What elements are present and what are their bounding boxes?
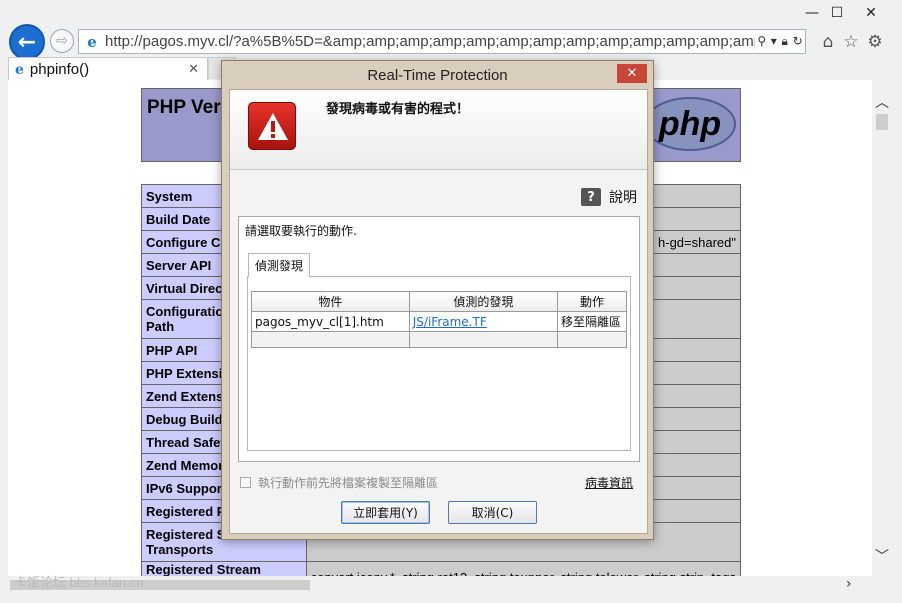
php-logo: php: [644, 97, 736, 151]
forward-button[interactable]: ⇨: [50, 29, 74, 53]
dialog-titlebar[interactable]: Real-Time Protection ✕: [222, 61, 653, 89]
detections-table: 物件 偵測的發現 動作 pagos_myv_cl[1].htm JS/iFram…: [251, 291, 627, 348]
copy-to-quarantine-label: 執行動作前先將檔案複製至隔離區: [258, 476, 439, 490]
table-row-empty: [251, 331, 627, 348]
dialog-body: 發現病毒或有害的程式！ ? 說明 請選取要執行的動作. 偵測發現 物件 偵測的發…: [229, 89, 648, 534]
tab-phpinfo[interactable]: e phpinfo() ✕: [8, 57, 208, 81]
cancel-button[interactable]: 取消(C): [448, 501, 537, 524]
detected-object: pagos_myv_cl[1].htm: [251, 311, 410, 332]
help-label: 說明: [609, 190, 637, 206]
dialog-close-button[interactable]: ✕: [617, 64, 647, 83]
home-icon[interactable]: ⌂: [817, 31, 839, 53]
chevron-up-icon[interactable]: ︿: [875, 92, 889, 112]
help-link[interactable]: ? 說明: [581, 187, 637, 207]
alert-message: 發現病毒或有害的程式！: [326, 102, 470, 117]
scroll-thumb[interactable]: [876, 114, 888, 130]
action-group: 請選取要執行的動作. 偵測發現 物件 偵測的發現 動作 pagos_myv_cl…: [238, 216, 640, 462]
refresh-icon[interactable]: ↻: [793, 34, 803, 49]
warning-icon: [248, 102, 296, 150]
alert-banner: 發現病毒或有害的程式！: [230, 90, 647, 170]
vertical-scrollbar[interactable]: ︿ ﹀: [872, 80, 892, 578]
arrow-left-icon: ←: [17, 29, 37, 55]
tab-title: phpinfo(): [29, 61, 90, 78]
detections-panel: 物件 偵測的發現 動作 pagos_myv_cl[1].htm JS/iFram…: [247, 276, 631, 451]
address-bar[interactable]: e http://pagos.myv.cl/?a%5B%5D=&amp;amp;…: [78, 29, 806, 54]
apply-now-button[interactable]: 立即套用(Y): [341, 501, 430, 524]
copy-to-quarantine-option[interactable]: 執行動作前先將檔案複製至隔離區: [240, 474, 438, 491]
address-tools: ⚲ ▾ 🔒︎ ↻: [755, 34, 805, 49]
gear-icon[interactable]: ⚙: [864, 31, 886, 53]
table-header-row: 物件 偵測的發現 動作: [251, 291, 627, 312]
virus-info-link[interactable]: 病毒資訊: [585, 474, 633, 491]
star-icon[interactable]: ☆: [840, 31, 862, 53]
realtime-protection-dialog: Real-Time Protection ✕ 發現病毒或有害的程式！ ? 說明 …: [221, 60, 654, 540]
column-header-action[interactable]: 動作: [557, 291, 627, 312]
tab-close-icon[interactable]: ✕: [188, 62, 199, 77]
tab-detections[interactable]: 偵測發現: [248, 253, 311, 277]
column-header-object[interactable]: 物件: [251, 291, 410, 312]
dropdown-arrow-icon[interactable]: ▾: [771, 34, 777, 49]
watermark: 卡饭论坛 bbs.kafan.cn: [14, 575, 144, 590]
column-header-detection[interactable]: 偵測的發現: [408, 291, 559, 312]
ie-page-icon: e: [87, 32, 97, 51]
search-icon[interactable]: ⚲: [757, 34, 766, 49]
chevron-right-icon[interactable]: ›: [846, 576, 852, 592]
dialog-title: Real-Time Protection: [367, 66, 508, 84]
action-prompt: 請選取要執行的動作.: [245, 224, 357, 238]
copy-to-quarantine-checkbox[interactable]: [240, 477, 251, 488]
chevron-down-icon[interactable]: ﹀: [875, 546, 889, 566]
help-icon: ?: [581, 188, 601, 206]
action-cell[interactable]: 移至隔離區: [557, 311, 627, 332]
close-window-button[interactable]: ✕: [848, 2, 894, 24]
arrow-right-icon: ⇨: [56, 33, 68, 49]
php-version-title: PHP Vers: [147, 97, 232, 118]
table-row[interactable]: pagos_myv_cl[1].htm JS/iFrame.TF 移至隔離區: [251, 311, 627, 332]
back-button[interactable]: ←: [9, 24, 45, 60]
ie-tab-icon: e: [15, 61, 24, 78]
lock-icon[interactable]: 🔒︎: [782, 34, 788, 49]
url-text[interactable]: http://pagos.myv.cl/?a%5B%5D=&amp;amp;am…: [105, 33, 755, 50]
detection-link[interactable]: JS/iFrame.TF: [408, 311, 559, 332]
